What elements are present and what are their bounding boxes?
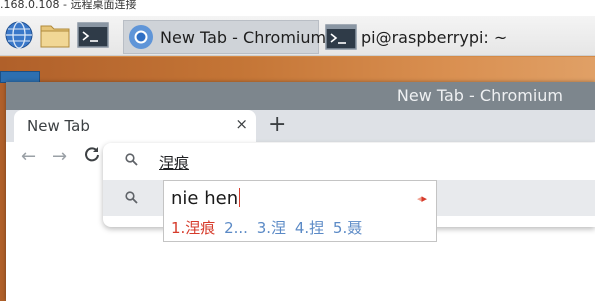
web-browser-launcher[interactable] xyxy=(2,21,36,53)
remote-desktop-title: .168.0.108 - 远程桌面连接 xyxy=(0,0,595,16)
tab-new-tab[interactable]: New Tab × xyxy=(14,110,256,142)
back-button[interactable]: ← xyxy=(21,146,36,167)
search-icon xyxy=(125,153,138,170)
reload-button[interactable] xyxy=(84,146,100,167)
ime-candidate-window: nie hen ◂▸ 1.涅痕 2... 3.涅 4.捏 5.聂 xyxy=(163,180,437,242)
window-title-bar[interactable]: New Tab - Chromium xyxy=(6,82,595,110)
tab-close-icon[interactable]: × xyxy=(235,115,248,133)
omnibox-input-row[interactable]: 涅痕 xyxy=(103,143,595,180)
folder-icon xyxy=(39,21,71,53)
task-label: pi@raspberrypi: ~ xyxy=(361,27,508,47)
ime-candidate[interactable]: 5.聂 xyxy=(333,219,362,237)
ime-candidate[interactable]: 4.捏 xyxy=(295,219,324,237)
omnibox-text[interactable]: 涅痕 xyxy=(159,152,189,173)
window-title: New Tab - Chromium xyxy=(396,86,563,105)
globe-icon xyxy=(4,20,34,54)
file-manager-launcher[interactable] xyxy=(38,21,72,53)
ime-candidate[interactable]: 3.涅 xyxy=(257,219,286,237)
search-icon xyxy=(125,191,138,208)
ime-caret xyxy=(239,188,241,207)
ime-candidate-list: 1.涅痕 2... 3.涅 4.捏 5.聂 xyxy=(171,217,366,238)
page-next-icon[interactable]: ▸ xyxy=(421,192,426,205)
tab-strip: New Tab × + xyxy=(6,110,595,142)
ime-preedit-text: nie hen xyxy=(171,188,239,209)
taskbar: New Tab - Chromium pi@raspberrypi: ~ xyxy=(0,16,595,56)
task-chromium[interactable]: New Tab - Chromium xyxy=(123,20,326,54)
forward-button[interactable]: → xyxy=(52,146,67,167)
new-tab-button[interactable]: + xyxy=(268,113,286,137)
task-label: New Tab - Chromium xyxy=(160,27,327,47)
chromium-icon xyxy=(128,24,154,50)
tab-label: New Tab xyxy=(27,117,90,135)
task-terminal[interactable]: pi@raspberrypi: ~ xyxy=(323,20,523,54)
ime-page-arrows[interactable]: ◂▸ xyxy=(417,192,427,205)
terminal-icon xyxy=(325,24,357,50)
ime-candidate[interactable]: 1.涅痕 xyxy=(171,219,215,237)
reload-icon xyxy=(85,147,99,162)
ime-preedit: nie hen xyxy=(171,188,241,209)
ime-candidate[interactable]: 2... xyxy=(224,219,248,237)
remote-desktop-title-text: .168.0.108 - 远程桌面连接 xyxy=(0,0,137,11)
terminal-icon xyxy=(77,22,109,52)
terminal-launcher[interactable] xyxy=(76,21,110,53)
